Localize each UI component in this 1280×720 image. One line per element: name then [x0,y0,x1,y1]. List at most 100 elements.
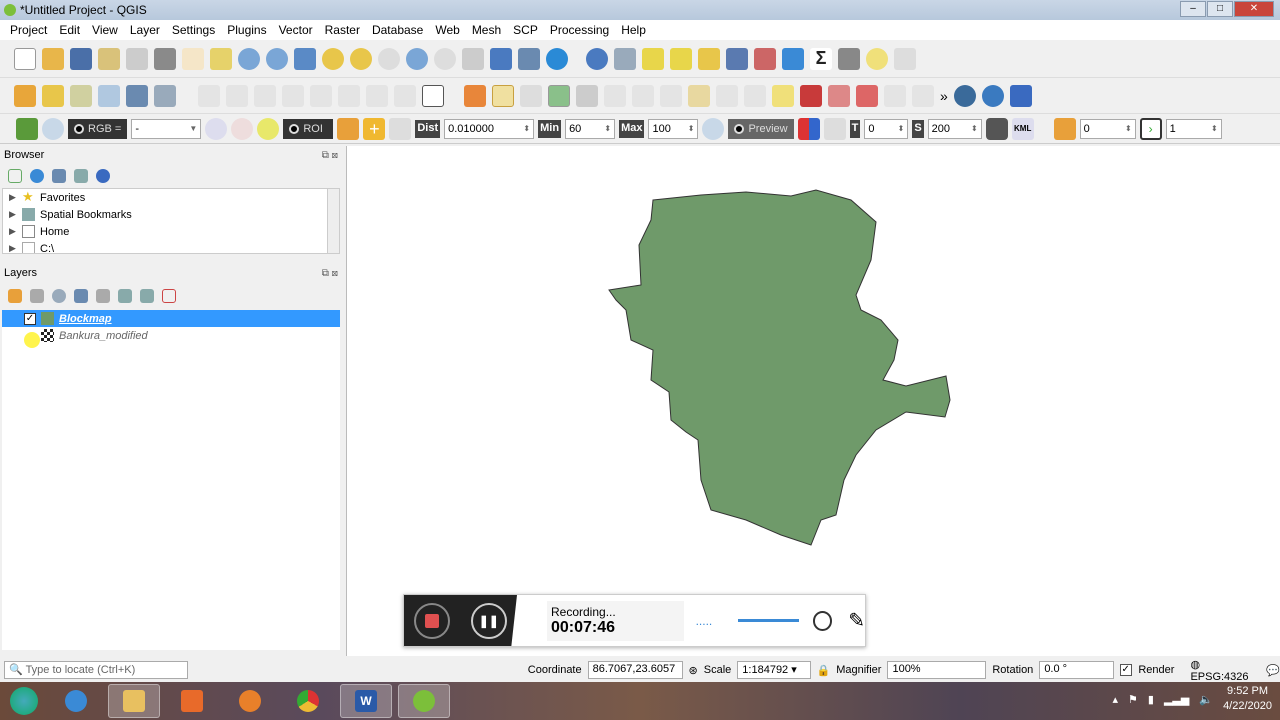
menu-view[interactable]: View [86,23,124,37]
menu-layer[interactable]: Layer [124,23,166,37]
min-spinbox[interactable]: 60 ⬍ [565,118,616,139]
refresh-icon[interactable] [546,47,568,70]
collapse-all-icon[interactable] [140,289,154,303]
pan-icon[interactable] [182,47,204,70]
new-print-layout-icon[interactable] [98,47,120,70]
panel-float-close-icon[interactable]: ⧉ ⊠ [322,268,338,279]
minimize-button[interactable]: – [1180,1,1206,17]
add-vector-icon[interactable] [70,84,92,107]
show-hidden-icons[interactable]: ▴ [1113,693,1119,706]
classification-preview-icon[interactable] [797,117,820,140]
redo-preview-icon[interactable] [823,117,846,140]
field-calculator-icon[interactable] [754,47,776,70]
taskbar-chrome[interactable] [282,684,334,718]
taskbar-firefox[interactable] [224,684,276,718]
layer-styling-icon[interactable] [8,289,22,303]
pencil-icon[interactable]: ✎ [848,608,865,633]
new-project-icon[interactable] [14,47,36,70]
processing-toolbox-icon[interactable] [782,47,804,70]
t-spinbox[interactable]: 0 ⬍ [864,118,909,139]
menu-vector[interactable]: Vector [273,23,319,37]
zoom-roi-icon[interactable] [257,117,280,140]
dist-spinbox[interactable]: 0.010000 ⬍ [444,118,535,139]
stop-recording-button[interactable] [414,602,451,639]
new-map-view-icon[interactable] [462,47,484,70]
zoom-to-layer-icon[interactable] [350,47,372,70]
kml-icon[interactable]: KML [1011,117,1034,140]
menu-web[interactable]: Web [429,23,465,37]
browser-item-c-drive[interactable]: ▶ C:\ [3,240,339,253]
vertex-tool-icon[interactable] [576,84,598,107]
plus-icon[interactable]: + [363,117,386,140]
taskbar-media[interactable] [166,684,218,718]
snapping-grid-icon[interactable] [422,84,444,107]
new-geopackage-icon[interactable] [42,84,64,107]
next-band-icon[interactable]: › [1139,117,1162,140]
redo-roi-icon[interactable] [389,117,412,140]
rgb-combo[interactable]: - ▼ [131,118,202,139]
lock-scale-icon[interactable]: 🔒 [817,664,831,677]
blockmap-polygon[interactable] [608,189,951,546]
digitize-icon[interactable] [98,84,120,107]
show-hide-labels-icon[interactable] [856,84,878,107]
close-button[interactable]: ✕ [1234,1,1274,17]
pin-labels-icon[interactable] [828,84,850,107]
map-canvas[interactable] [346,146,1280,656]
statistics-sigma-icon[interactable]: Σ [810,47,832,70]
max-spinbox[interactable]: 100 ⬍ [648,118,699,139]
layer-item-bankura-modified[interactable]: Bankura_modified [2,327,340,344]
data-source-manager-icon[interactable] [14,84,36,107]
measure-icon[interactable] [838,47,860,70]
remove-temp-files-icon[interactable] [985,117,1008,140]
globe-plugin-icon[interactable] [953,84,976,107]
zoom-last-icon[interactable] [406,47,428,70]
add-wms-icon[interactable] [126,84,148,107]
toggle-editing-icon[interactable] [492,84,514,107]
locate-search-input[interactable]: 🔍 Type to locate (Ctrl+K) [4,661,188,679]
scale-combo[interactable]: 1:184792 ▾ [737,661,811,679]
add-selected-layers-icon[interactable] [8,169,22,183]
expand-arrow-icon[interactable]: ▶ [9,209,17,220]
toggle-extents-icon[interactable]: ⊛ [689,664,698,677]
add-virtual-layer-icon[interactable] [154,84,176,107]
filter-legend-icon[interactable] [74,289,88,303]
label-style-icon[interactable] [800,84,822,107]
band-spinbox[interactable]: 0 ⬍ [1079,118,1136,139]
s-spinbox[interactable]: 200 ⬍ [927,118,982,139]
text-annotation-icon[interactable] [894,47,916,70]
add-feature-icon[interactable] [548,84,570,107]
map-tips-icon[interactable] [866,47,888,70]
select-features-icon[interactable] [642,47,664,70]
maximize-button[interactable]: □ [1207,1,1233,17]
help-icon[interactable] [1009,84,1032,107]
volume-slider[interactable] [738,619,799,622]
crs-button[interactable]: ◍ EPSG:4326 [1190,658,1260,683]
save-edits-icon[interactable] [520,84,542,107]
menu-plugins[interactable]: Plugins [221,23,272,37]
menu-processing[interactable]: Processing [544,23,615,37]
expand-arrow-icon[interactable]: ▶ [9,226,17,237]
menu-mesh[interactable]: Mesh [466,23,507,37]
webcam-icon[interactable] [812,610,833,631]
browser-item-favorites[interactable]: ▶ ★ Favorites [3,189,339,206]
menu-raster[interactable]: Raster [319,23,366,37]
manage-visibility-icon[interactable] [52,289,66,303]
band-set-icon[interactable] [1053,117,1076,140]
zoom-in-icon[interactable] [238,47,260,70]
browser-item-spatial-bookmarks[interactable]: ▶ Spatial Bookmarks [3,206,339,223]
expand-arrow-icon[interactable]: ▶ [9,243,17,253]
browser-scrollbar[interactable] [327,189,339,253]
attribute-table-icon[interactable] [726,47,748,70]
python-console-icon[interactable] [981,84,1004,107]
taskbar-qgis[interactable] [398,684,450,718]
show-bookmarks-icon[interactable] [518,47,540,70]
zoom-to-selection-icon[interactable] [322,47,344,70]
filter-icon[interactable] [52,169,66,183]
run-action-icon[interactable] [614,47,636,70]
messages-icon[interactable]: 💬 [1266,664,1280,677]
menu-scp[interactable]: SCP [507,23,544,37]
menu-edit[interactable]: Edit [53,23,86,37]
create-roi-icon[interactable] [337,117,360,140]
pause-recording-button[interactable]: ❚❚ [470,602,507,639]
taskbar-word[interactable]: W [340,684,392,718]
